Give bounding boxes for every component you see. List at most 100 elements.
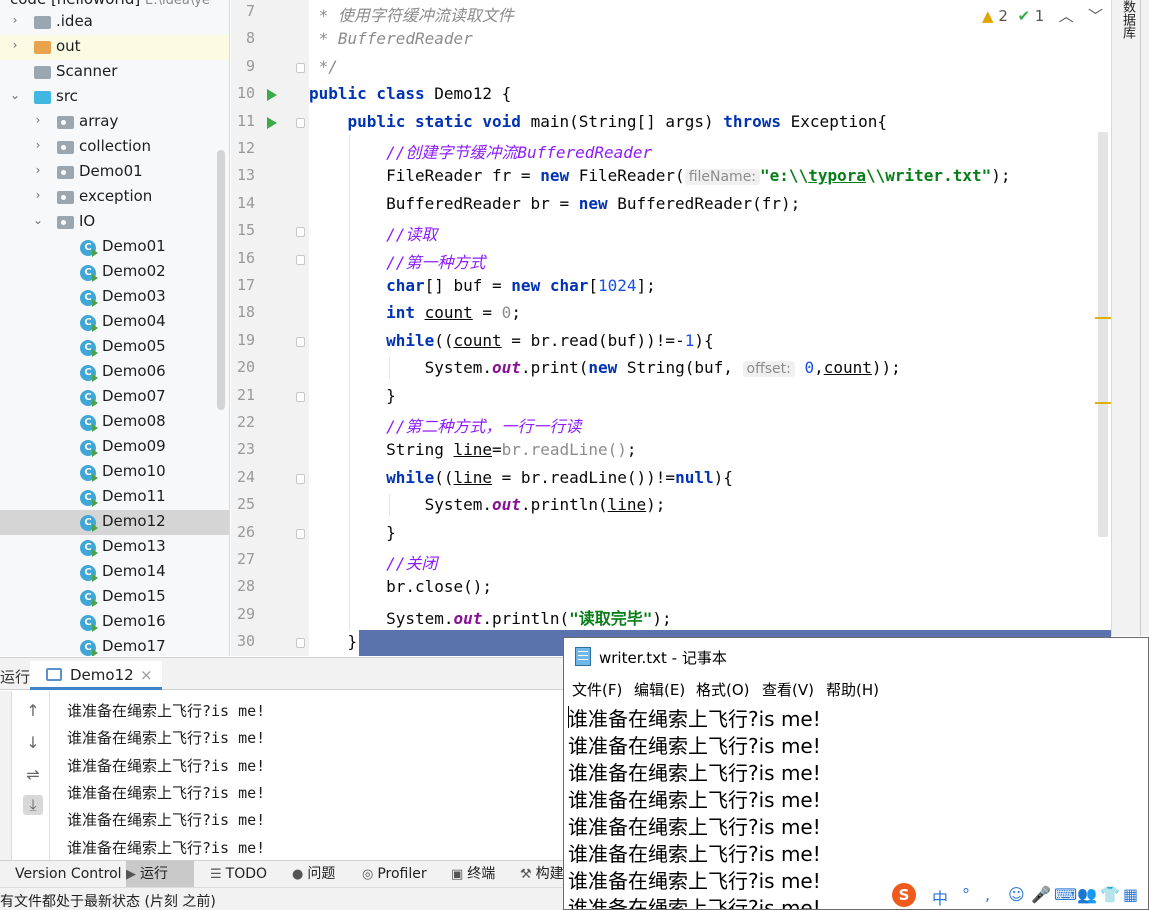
toolbar-button[interactable]: ● 问题	[292, 861, 350, 888]
notepad-title-bar[interactable]: writer.txt - 记事本	[564, 638, 1148, 675]
keyboard-icon[interactable]: ⌨	[1054, 885, 1077, 904]
code-line: System.out.println("读取完毕");	[309, 605, 672, 629]
tree-item[interactable]: C Demo09	[0, 435, 229, 460]
chevron-up-icon[interactable]: ︿	[1059, 7, 1074, 25]
warning-stripe[interactable]	[1095, 317, 1111, 319]
arrow-down-icon[interactable]: ↓	[23, 733, 43, 752]
tree-item[interactable]: C Demo08	[0, 410, 229, 435]
arrow-up-icon[interactable]: ↑	[23, 701, 43, 720]
run-tab-demo12[interactable]: Demo12 ×	[30, 661, 162, 690]
degree-icon[interactable]: °	[962, 885, 970, 904]
editor-scrollbar[interactable]	[1098, 132, 1108, 537]
parameter-hint: offset:	[742, 361, 795, 378]
skin-icon[interactable]: 👕	[1100, 885, 1120, 904]
tree-item[interactable]: › array	[0, 110, 229, 135]
fold-marker-icon[interactable]	[296, 528, 305, 539]
tree-item-label: exception	[79, 187, 153, 205]
chevron-right-icon[interactable]: ›	[8, 38, 22, 52]
code-token: count	[453, 330, 502, 350]
fold-marker-icon[interactable]	[296, 62, 305, 73]
run-gutter-icon[interactable]	[267, 116, 277, 129]
notepad-text-area[interactable]: 谁准备在绳索上飞行?is me! 谁准备在绳索上飞行?is me! 谁准备在绳索上飞…	[564, 702, 1148, 909]
tree-item[interactable]: C Demo04	[0, 310, 229, 335]
java-class-icon: C	[80, 440, 98, 457]
tree-item[interactable]: C Demo05	[0, 335, 229, 360]
chevron-down-icon[interactable]: ⌄	[8, 88, 22, 102]
code-token: out	[453, 608, 483, 628]
project-root[interactable]: code [helloworld] E:\idea\ye	[10, 0, 210, 8]
ime-language-toggle[interactable]: 中	[932, 885, 948, 909]
folder-icon	[34, 91, 51, 104]
code-editor[interactable]: 7 8 9 10 11 12 13 14 15 16 17 18 19 20 21 22 23 24 25 26 27 2…	[231, 0, 1111, 656]
chevron-right-icon[interactable]: ›	[31, 163, 45, 177]
fold-marker-icon[interactable]	[296, 254, 305, 265]
notepad-menu-item[interactable]: 格式(O)	[696, 679, 750, 700]
fold-marker-icon[interactable]	[296, 117, 305, 128]
chevron-right-icon[interactable]: ›	[8, 13, 22, 27]
chevron-right-icon[interactable]: ›	[31, 113, 45, 127]
toolbar-button[interactable]: ◎ Profiler	[362, 861, 438, 888]
chevron-down-icon[interactable]: ﹀	[1088, 7, 1103, 25]
notepad-menu-item[interactable]: 文件(F)	[572, 679, 622, 700]
tree-item[interactable]: C Demo15	[0, 585, 229, 610]
tree-item[interactable]: C Demo07	[0, 385, 229, 410]
right-tool-strip: 数据库	[1111, 0, 1149, 636]
tree-item[interactable]: C Demo02	[0, 260, 229, 285]
notepad-line: 谁准备在绳索上飞行?is me!	[568, 761, 821, 785]
tree-item[interactable]: C Demo17	[0, 635, 229, 656]
grid-icon[interactable]: ▦	[1123, 885, 1138, 904]
tree-item[interactable]: C Demo10	[0, 460, 229, 485]
tree-item[interactable]: C Demo03	[0, 285, 229, 310]
notepad-menu-item[interactable]: 编辑(E)	[634, 679, 685, 700]
tree-item[interactable]: C Demo13	[0, 535, 229, 560]
toolbar-icon: ⚒	[520, 867, 532, 882]
tree-item[interactable]: › collection	[0, 135, 229, 160]
tree-item[interactable]: › out	[0, 35, 229, 60]
run-gutter-icon[interactable]	[267, 89, 277, 102]
chevron-right-icon[interactable]: ›	[31, 138, 45, 152]
close-icon[interactable]: ×	[140, 666, 153, 684]
toolbar-button[interactable]: ▣ 终端	[451, 861, 507, 888]
microphone-icon[interactable]: 🎤	[1031, 885, 1051, 904]
tree-item[interactable]: › exception	[0, 185, 229, 210]
tree-item[interactable]: C Demo12	[0, 510, 229, 535]
inspection-widget[interactable]: ▲ 2 ✔ 1 ︿ ﹀	[982, 5, 1103, 26]
emoji-icon[interactable]: ☺	[1008, 885, 1025, 904]
punctuation-icon[interactable]: ,	[985, 885, 990, 904]
java-class-icon: C	[80, 540, 98, 557]
tree-item[interactable]: C Demo14	[0, 560, 229, 585]
tree-item-label: Demo16	[102, 612, 166, 630]
soft-wrap-icon[interactable]: ⇌	[23, 765, 43, 784]
chevron-right-icon[interactable]: ›	[31, 188, 45, 202]
tree-item[interactable]: ⌄ IO	[0, 210, 229, 235]
fold-marker-icon[interactable]	[296, 473, 305, 484]
chevron-down-icon[interactable]: ⌄	[31, 213, 45, 227]
fold-marker-icon[interactable]	[296, 391, 305, 402]
database-tool-button[interactable]: 数据库	[1118, 0, 1137, 39]
notepad-menu-item[interactable]: 帮助(H)	[826, 679, 879, 700]
code-line: FileReader fr = new FileReader(fileName:…	[309, 166, 1011, 186]
fold-marker-icon[interactable]	[296, 336, 305, 347]
tree-item[interactable]: C Demo06	[0, 360, 229, 385]
tree-item[interactable]: ⌄ src	[0, 85, 229, 110]
tree-item-label: Demo05	[102, 337, 166, 355]
scroll-to-end-icon[interactable]: ⤓	[23, 795, 43, 815]
warning-stripe[interactable]	[1095, 402, 1111, 404]
notepad-window[interactable]: writer.txt - 记事本 文件(F) 编辑(E) 格式(O) 查看(V) 帮助(…	[563, 637, 1149, 910]
tree-item[interactable]: Scanner	[0, 60, 229, 85]
code-line: }	[309, 386, 396, 405]
notepad-menu-item[interactable]: 查看(V)	[762, 679, 814, 700]
tree-item[interactable]: › Demo01	[0, 160, 229, 185]
sogou-logo-icon[interactable]: S	[892, 883, 916, 907]
fold-marker-icon[interactable]	[296, 227, 305, 238]
tree-item[interactable]: C Demo16	[0, 610, 229, 635]
fold-marker-icon[interactable]	[296, 638, 305, 649]
toolbar-button[interactable]: ☰ TODO	[210, 861, 280, 888]
tree-scrollbar[interactable]	[217, 150, 225, 410]
tree-item[interactable]: › .idea	[0, 10, 229, 35]
tree-item[interactable]: C Demo01	[0, 235, 229, 260]
toolbar-button[interactable]: ▶ 运行	[126, 861, 194, 888]
tree-item[interactable]: C Demo11	[0, 485, 229, 510]
toolbar-button[interactable]: Version Control	[15, 861, 125, 888]
users-icon[interactable]: 👥	[1077, 885, 1097, 904]
